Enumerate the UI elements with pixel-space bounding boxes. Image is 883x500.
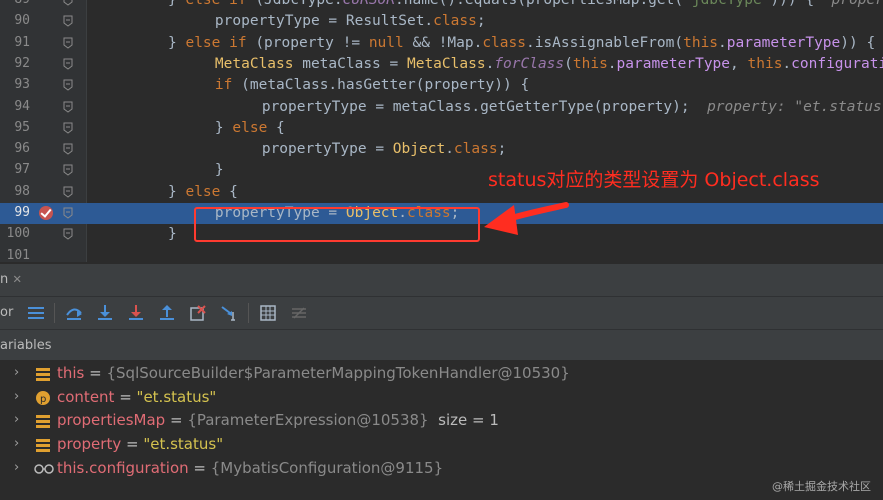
code-line[interactable]: 92 MetaClass metaClass = MetaClass.forCl… [0,54,883,75]
code-text[interactable]: if (metaClass.hasGetter(property)) { [180,76,529,95]
variables-title: ariables [0,338,52,353]
fold-marker-icon[interactable] [63,186,73,198]
force-step-into-icon[interactable] [126,303,146,323]
toolbar-label: or [0,305,14,320]
line-number[interactable]: 89 [0,0,30,7]
annotation-text: status对应的类型设置为 Object.class [488,169,820,191]
line-number[interactable]: 97 [0,162,30,177]
line-number[interactable]: 100 [0,226,30,241]
chevron-right-icon[interactable]: › [14,436,19,451]
variable-name: property = "et.status" [57,435,224,454]
threads-list-icon[interactable] [26,303,46,323]
drop-frame-icon[interactable] [188,303,208,323]
code-line[interactable]: 95 } else { [0,118,883,139]
fold-marker-icon[interactable] [63,58,73,70]
evaluate-expression-icon[interactable] [258,303,278,323]
line-number[interactable]: 99 [0,205,30,220]
code-line[interactable]: 96 propertyType = Object.class; [0,139,883,160]
watch-icon [34,462,54,476]
toolbar-divider [54,303,55,323]
code-line[interactable]: 94 propertyType = metaClass.getGetterTyp… [0,97,883,118]
code-line[interactable]: 93 if (metaClass.hasGetter(property)) { [0,75,883,96]
variable-row[interactable]: › this = {SqlSourceBuilder$ParameterMappi… [0,362,883,386]
code-text[interactable]: MetaClass metaClass = MetaClass.forClass… [180,55,883,74]
field-icon [36,414,50,429]
debug-tab-title[interactable]: n [0,272,8,287]
variable-name: this = {SqlSourceBuilder$ParameterMappin… [57,364,570,382]
line-number[interactable]: 101 [0,248,30,262]
code-text[interactable]: } else if (JdbcType.CURSOR.name().equals… [168,0,883,10]
variable-name: content = "et.status" [57,387,217,406]
parameter-icon: p [36,390,50,405]
fold-marker-icon[interactable] [63,143,73,155]
fold-marker-icon[interactable] [63,79,73,91]
variable-name: this.configuration = {MybatisConfigurati… [57,458,444,477]
code-line[interactable]: 89 } else if (JdbcType.CURSOR.name().equa… [0,0,883,11]
step-over-icon[interactable] [64,303,84,323]
toolbar-divider [248,303,249,323]
highlight-box [194,207,480,242]
code-text[interactable]: propertyType = Object.class; [192,140,506,159]
variable-row[interactable]: › p content = "et.status" [0,386,883,410]
field-icon [36,438,50,453]
step-out-icon[interactable] [157,303,177,323]
line-number[interactable]: 94 [0,99,30,114]
line-number[interactable]: 90 [0,13,30,28]
chevron-right-icon[interactable]: › [14,365,19,380]
code-line[interactable]: 101 [0,246,883,262]
trace-stream-icon[interactable] [289,303,309,323]
variable-row[interactable]: › this.configuration = {MybatisConfigurat… [0,457,883,481]
annotation-arrow-icon [484,202,569,235]
code-text[interactable]: } else if (property != null && !Map.clas… [168,34,875,53]
step-into-icon[interactable] [95,303,115,323]
line-number[interactable]: 98 [0,184,30,199]
fold-marker-icon[interactable] [63,101,73,113]
fold-marker-icon[interactable] [63,164,73,177]
line-number[interactable]: 91 [0,35,30,50]
chevron-right-icon[interactable]: › [14,412,19,427]
code-text[interactable]: } else { [168,183,238,202]
fold-marker-icon[interactable] [63,15,73,27]
variable-row[interactable]: › propertiesMap = {ParameterExpression@10… [0,409,883,433]
line-number[interactable]: 95 [0,120,30,135]
code-text[interactable]: } else { [180,119,285,138]
fold-marker-icon[interactable] [63,228,73,240]
variables-header: ariables [0,329,883,360]
chevron-right-icon[interactable]: › [14,389,19,404]
fold-marker-icon[interactable] [63,37,73,49]
close-icon[interactable]: ✕ [13,271,21,287]
breakpoint-icon[interactable] [39,206,53,220]
variable-name: propertiesMap = {ParameterExpression@105… [57,411,499,430]
variable-row[interactable]: › property = "et.status" [0,433,883,457]
code-text[interactable]: propertyType = metaClass.getGetterType(p… [192,98,883,117]
fold-marker-icon[interactable] [63,207,73,219]
fold-marker-icon[interactable] [63,0,73,6]
fold-marker-icon[interactable] [63,122,73,134]
debug-toolbar: or [0,296,883,329]
variables-panel: › this = {SqlSourceBuilder$ParameterMappi… [0,360,883,500]
line-number[interactable]: 93 [0,77,30,92]
svg-text:p: p [40,394,46,405]
line-number[interactable]: 92 [0,56,30,71]
line-number[interactable]: 96 [0,141,30,156]
code-line[interactable]: 90 propertyType = ResultSet.class; [0,11,883,32]
code-editor[interactable]: 89 } else if (JdbcType.CURSOR.name().equa… [0,0,883,262]
chevron-right-icon[interactable]: › [14,460,19,475]
code-text[interactable]: } [180,161,224,180]
debug-panel-header: n ✕ [0,263,883,297]
code-text[interactable]: } [168,225,177,244]
code-text[interactable]: propertyType = ResultSet.class; [180,12,486,31]
field-icon [36,367,50,381]
watermark: @稀土掘金技术社区 [772,480,871,493]
run-to-cursor-icon[interactable] [220,303,240,323]
code-line[interactable]: 91 } else if (property != null && !Map.cl… [0,33,883,54]
